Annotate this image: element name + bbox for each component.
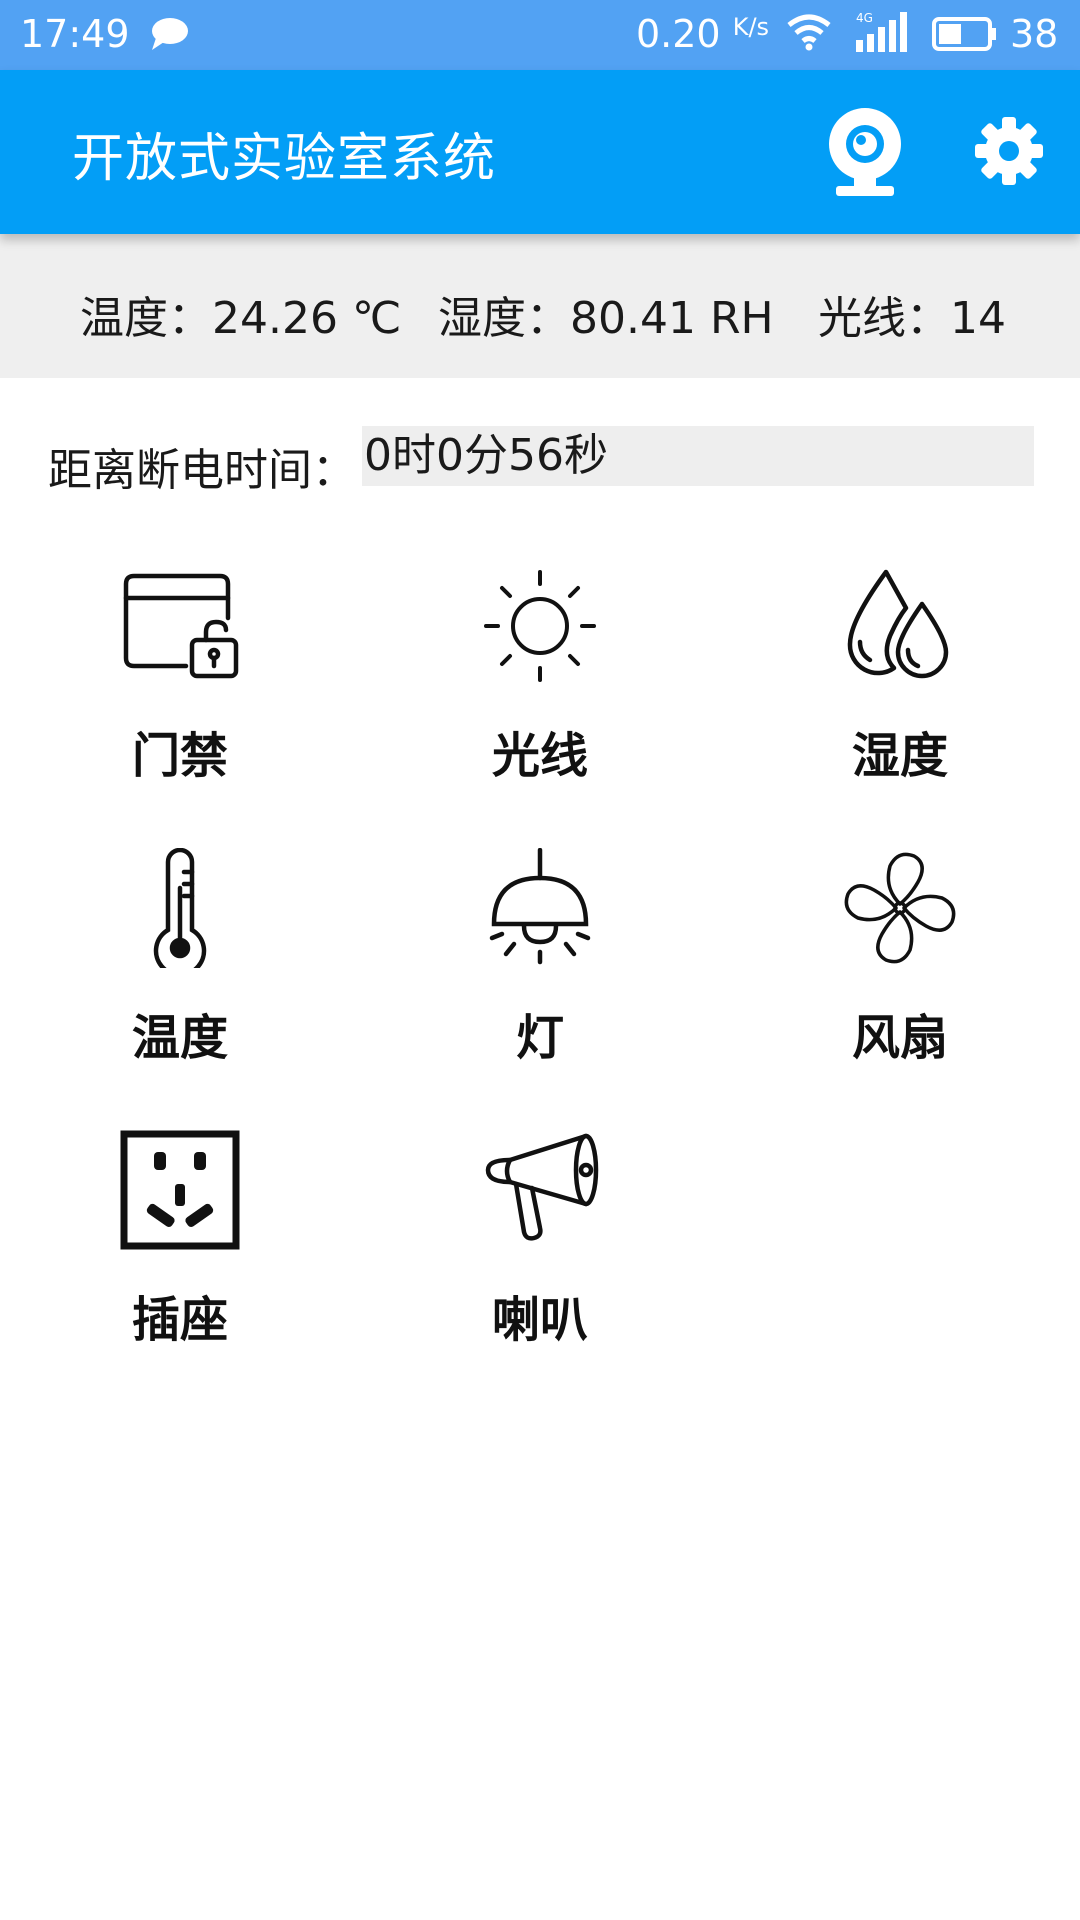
countdown-value: 0时0分56秒 bbox=[362, 426, 1034, 486]
tile-lamp[interactable]: 灯 bbox=[420, 848, 660, 1098]
tile-speaker[interactable]: 喇叭 bbox=[420, 1130, 660, 1380]
app-bar: 开放式实验室系统 bbox=[0, 70, 1080, 234]
tile-label: 湿度 bbox=[851, 728, 948, 784]
status-time: 17:49 bbox=[20, 12, 130, 56]
tile-label: 插座 bbox=[131, 1292, 228, 1348]
wifi-icon bbox=[787, 14, 831, 51]
sun-icon bbox=[484, 570, 596, 682]
sensor-bar: 温度：24.26 ℃ 湿度：80.41 RH 光线：14 bbox=[0, 234, 1080, 378]
battery-icon bbox=[932, 17, 996, 51]
tile-fan[interactable]: 风扇 bbox=[780, 848, 1020, 1098]
droplets-icon bbox=[847, 569, 949, 679]
gear-icon[interactable] bbox=[974, 116, 1044, 186]
battery-level: 38 bbox=[1010, 12, 1059, 56]
thermometer-icon bbox=[153, 848, 207, 968]
tile-light[interactable]: 光线 bbox=[420, 566, 660, 816]
status-bar: 17:49 0.20 K/s 4G 38 bbox=[0, 0, 1080, 70]
megaphone-icon bbox=[485, 1133, 599, 1241]
countdown-label: 距离断电时间： bbox=[48, 445, 356, 496]
light-reading: 光线：14 bbox=[818, 293, 1006, 344]
tile-label: 光线 bbox=[491, 728, 588, 784]
tile-label: 风扇 bbox=[851, 1010, 948, 1066]
card-lock-icon bbox=[123, 573, 239, 679]
tile-label: 灯 bbox=[515, 1010, 564, 1066]
tile-label: 门禁 bbox=[131, 728, 228, 784]
tile-socket[interactable]: 插座 bbox=[60, 1130, 300, 1380]
signal-icon: 4G bbox=[856, 11, 907, 52]
tile-temperature[interactable]: 温度 bbox=[60, 848, 300, 1098]
tile-humidity[interactable]: 湿度 bbox=[780, 566, 1020, 816]
tile-access-control[interactable]: 门禁 bbox=[60, 566, 300, 816]
camera-icon[interactable] bbox=[822, 106, 908, 198]
tile-label: 温度 bbox=[131, 1010, 228, 1066]
temperature-reading: 温度：24.26 ℃ bbox=[80, 293, 402, 344]
lamp-icon bbox=[489, 848, 591, 965]
humidity-reading: 湿度：80.41 RH bbox=[438, 293, 774, 344]
tile-label: 喇叭 bbox=[491, 1292, 588, 1348]
message-icon bbox=[152, 18, 188, 50]
net-speed: 0.20 K/s bbox=[636, 12, 770, 56]
svg-text:4G: 4G bbox=[856, 11, 873, 25]
fan-icon bbox=[844, 852, 956, 964]
socket-icon bbox=[120, 1130, 240, 1250]
page-title: 开放式实验室系统 bbox=[72, 129, 497, 189]
